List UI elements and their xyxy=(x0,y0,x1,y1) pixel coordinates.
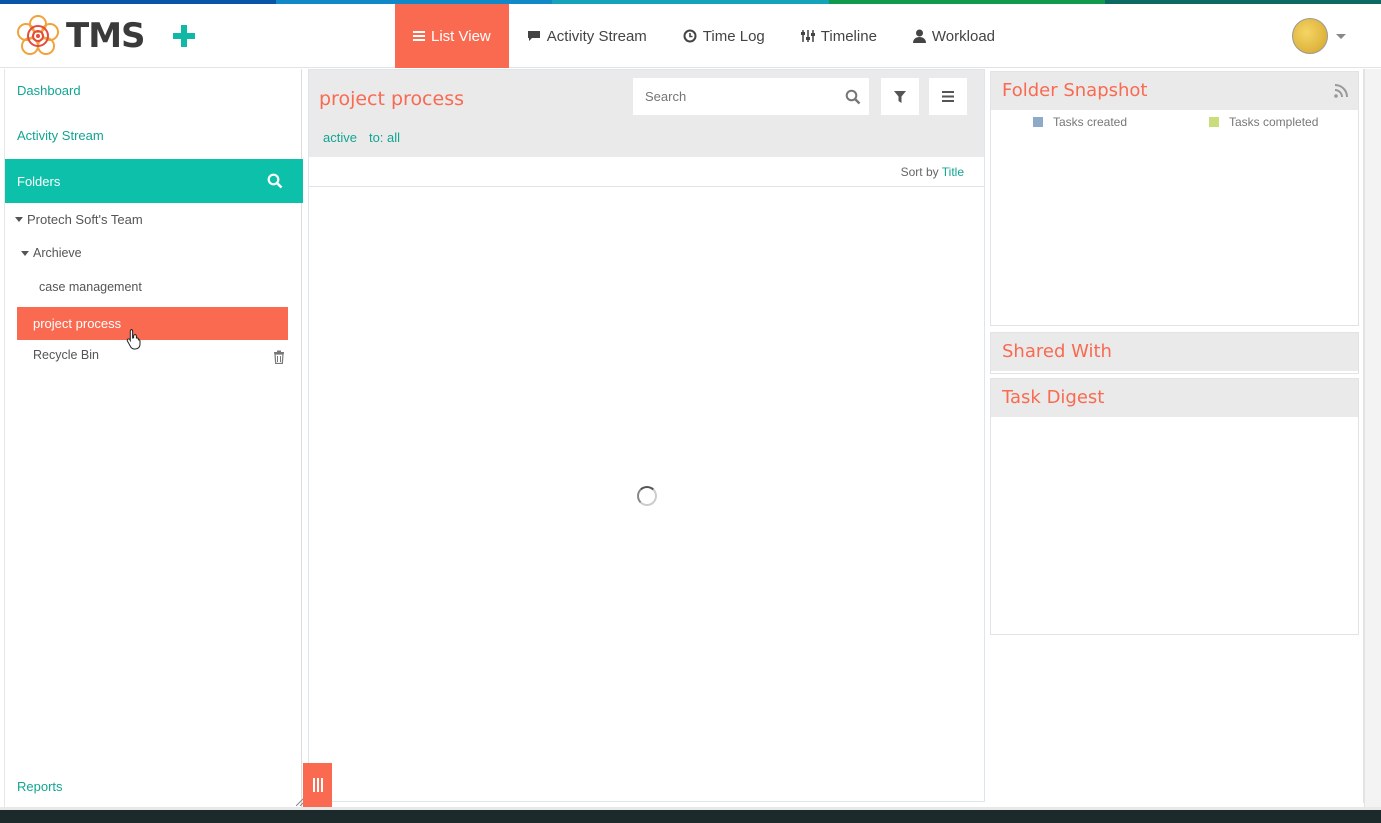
nav-label: List View xyxy=(431,27,491,45)
tree-item-archive[interactable]: Archieve xyxy=(21,246,82,260)
panel-title: Shared With xyxy=(991,333,1358,371)
search-input[interactable] xyxy=(633,78,869,115)
right-sidebar: Folder Snapshot Tasks created Tasks comp… xyxy=(985,69,1364,803)
folder-snapshot-panel: Folder Snapshot Tasks created Tasks comp… xyxy=(990,71,1359,326)
nav-activity-stream[interactable]: Activity Stream xyxy=(509,4,665,68)
nav-label: Workload xyxy=(931,27,996,45)
panel-title: Task Digest xyxy=(991,379,1358,417)
sort-bar: Sort by Title xyxy=(309,157,984,187)
tree-item-project-process[interactable]: project process xyxy=(17,307,288,340)
left-sidebar: Dashboard Activity Stream Folders Protec… xyxy=(4,69,304,807)
panel-toggle-button[interactable] xyxy=(303,763,332,807)
legend-created: Tasks created xyxy=(1033,115,1127,129)
menu-button[interactable] xyxy=(929,78,967,115)
comment-icon xyxy=(527,30,541,42)
filter-assignee-tag[interactable]: to: all xyxy=(369,130,400,145)
tree-item-recycle-bin[interactable]: Recycle Bin xyxy=(33,348,99,362)
legend-completed: Tasks completed xyxy=(1209,115,1318,129)
tree-item-label: Recycle Bin xyxy=(33,348,99,362)
nav-timeline[interactable]: Timeline xyxy=(783,4,895,68)
sidebar-reports-link[interactable]: Reports xyxy=(17,779,63,794)
list-icon xyxy=(413,30,425,42)
flower-logo-icon xyxy=(17,15,59,55)
task-list-panel: project process active to: all Sort by T… xyxy=(308,69,985,802)
plus-icon xyxy=(173,25,195,47)
sliders-icon xyxy=(800,29,815,43)
filter-status-tag[interactable]: active xyxy=(323,130,357,145)
search-icon[interactable] xyxy=(267,173,283,189)
top-header: TMS List View Activity Stream Time Log T… xyxy=(0,4,1381,68)
tree-item-label: Protech Soft's Team xyxy=(27,212,143,227)
folders-header: Folders xyxy=(5,159,303,203)
tree-item-team[interactable]: Protech Soft's Team xyxy=(15,212,143,227)
columns-icon xyxy=(320,778,323,792)
nav-workload[interactable]: Workload xyxy=(895,4,1013,68)
shared-with-panel: Shared With xyxy=(990,332,1359,374)
sort-prefix: Sort by xyxy=(900,165,939,179)
avatar-caret-down-icon[interactable] xyxy=(1336,34,1346,39)
menu-icon xyxy=(942,91,954,102)
nav-label: Time Log xyxy=(702,27,765,45)
nav-list-view[interactable]: List View xyxy=(395,4,509,68)
hand-cursor-icon xyxy=(126,329,141,350)
user-avatar[interactable] xyxy=(1292,18,1328,54)
main-nav: List View Activity Stream Time Log Timel… xyxy=(395,4,1013,68)
legend-swatch xyxy=(1033,117,1043,127)
sidebar-activity-stream-link[interactable]: Activity Stream xyxy=(17,128,104,143)
sort-field-link[interactable]: Title xyxy=(942,165,964,179)
snapshot-title: Folder Snapshot xyxy=(1002,80,1148,101)
legend-swatch xyxy=(1209,117,1219,127)
add-new-button[interactable] xyxy=(172,18,200,54)
nav-label: Activity Stream xyxy=(546,27,647,45)
trash-icon[interactable] xyxy=(273,350,285,364)
search-icon[interactable] xyxy=(845,89,861,105)
legend-label: Tasks completed xyxy=(1229,115,1319,129)
columns-icon xyxy=(312,778,315,792)
page-scrollbar[interactable] xyxy=(1364,69,1381,807)
project-title: project process xyxy=(319,88,464,110)
columns-icon xyxy=(316,778,319,792)
sidebar-dashboard-link[interactable]: Dashboard xyxy=(17,83,81,98)
nav-label: Timeline xyxy=(820,27,877,45)
filter-icon xyxy=(894,90,906,103)
clock-icon xyxy=(683,29,697,43)
user-icon xyxy=(912,29,926,43)
tree-item-label: project process xyxy=(33,316,122,331)
folders-label: Folders xyxy=(17,173,61,189)
tree-item-label: Archieve xyxy=(33,246,82,260)
logo-text: TMS xyxy=(66,16,146,56)
filter-button[interactable] xyxy=(881,78,919,115)
panel-title: Folder Snapshot xyxy=(991,72,1358,110)
nav-time-log[interactable]: Time Log xyxy=(665,4,783,68)
task-list-header: project process active to: all xyxy=(309,70,984,157)
app-logo[interactable]: TMS xyxy=(12,10,146,62)
legend-label: Tasks created xyxy=(1053,115,1128,129)
tree-item-label: case management xyxy=(39,280,142,294)
caret-down-icon xyxy=(15,217,23,222)
tree-item-case-management[interactable]: case management xyxy=(39,280,142,294)
bottom-bar xyxy=(0,810,1381,823)
loading-spinner-icon xyxy=(637,486,657,506)
caret-down-icon xyxy=(21,250,29,256)
task-digest-panel: Task Digest xyxy=(990,378,1359,635)
rss-icon[interactable] xyxy=(1334,84,1348,98)
filter-tags: active to: all xyxy=(323,130,400,145)
